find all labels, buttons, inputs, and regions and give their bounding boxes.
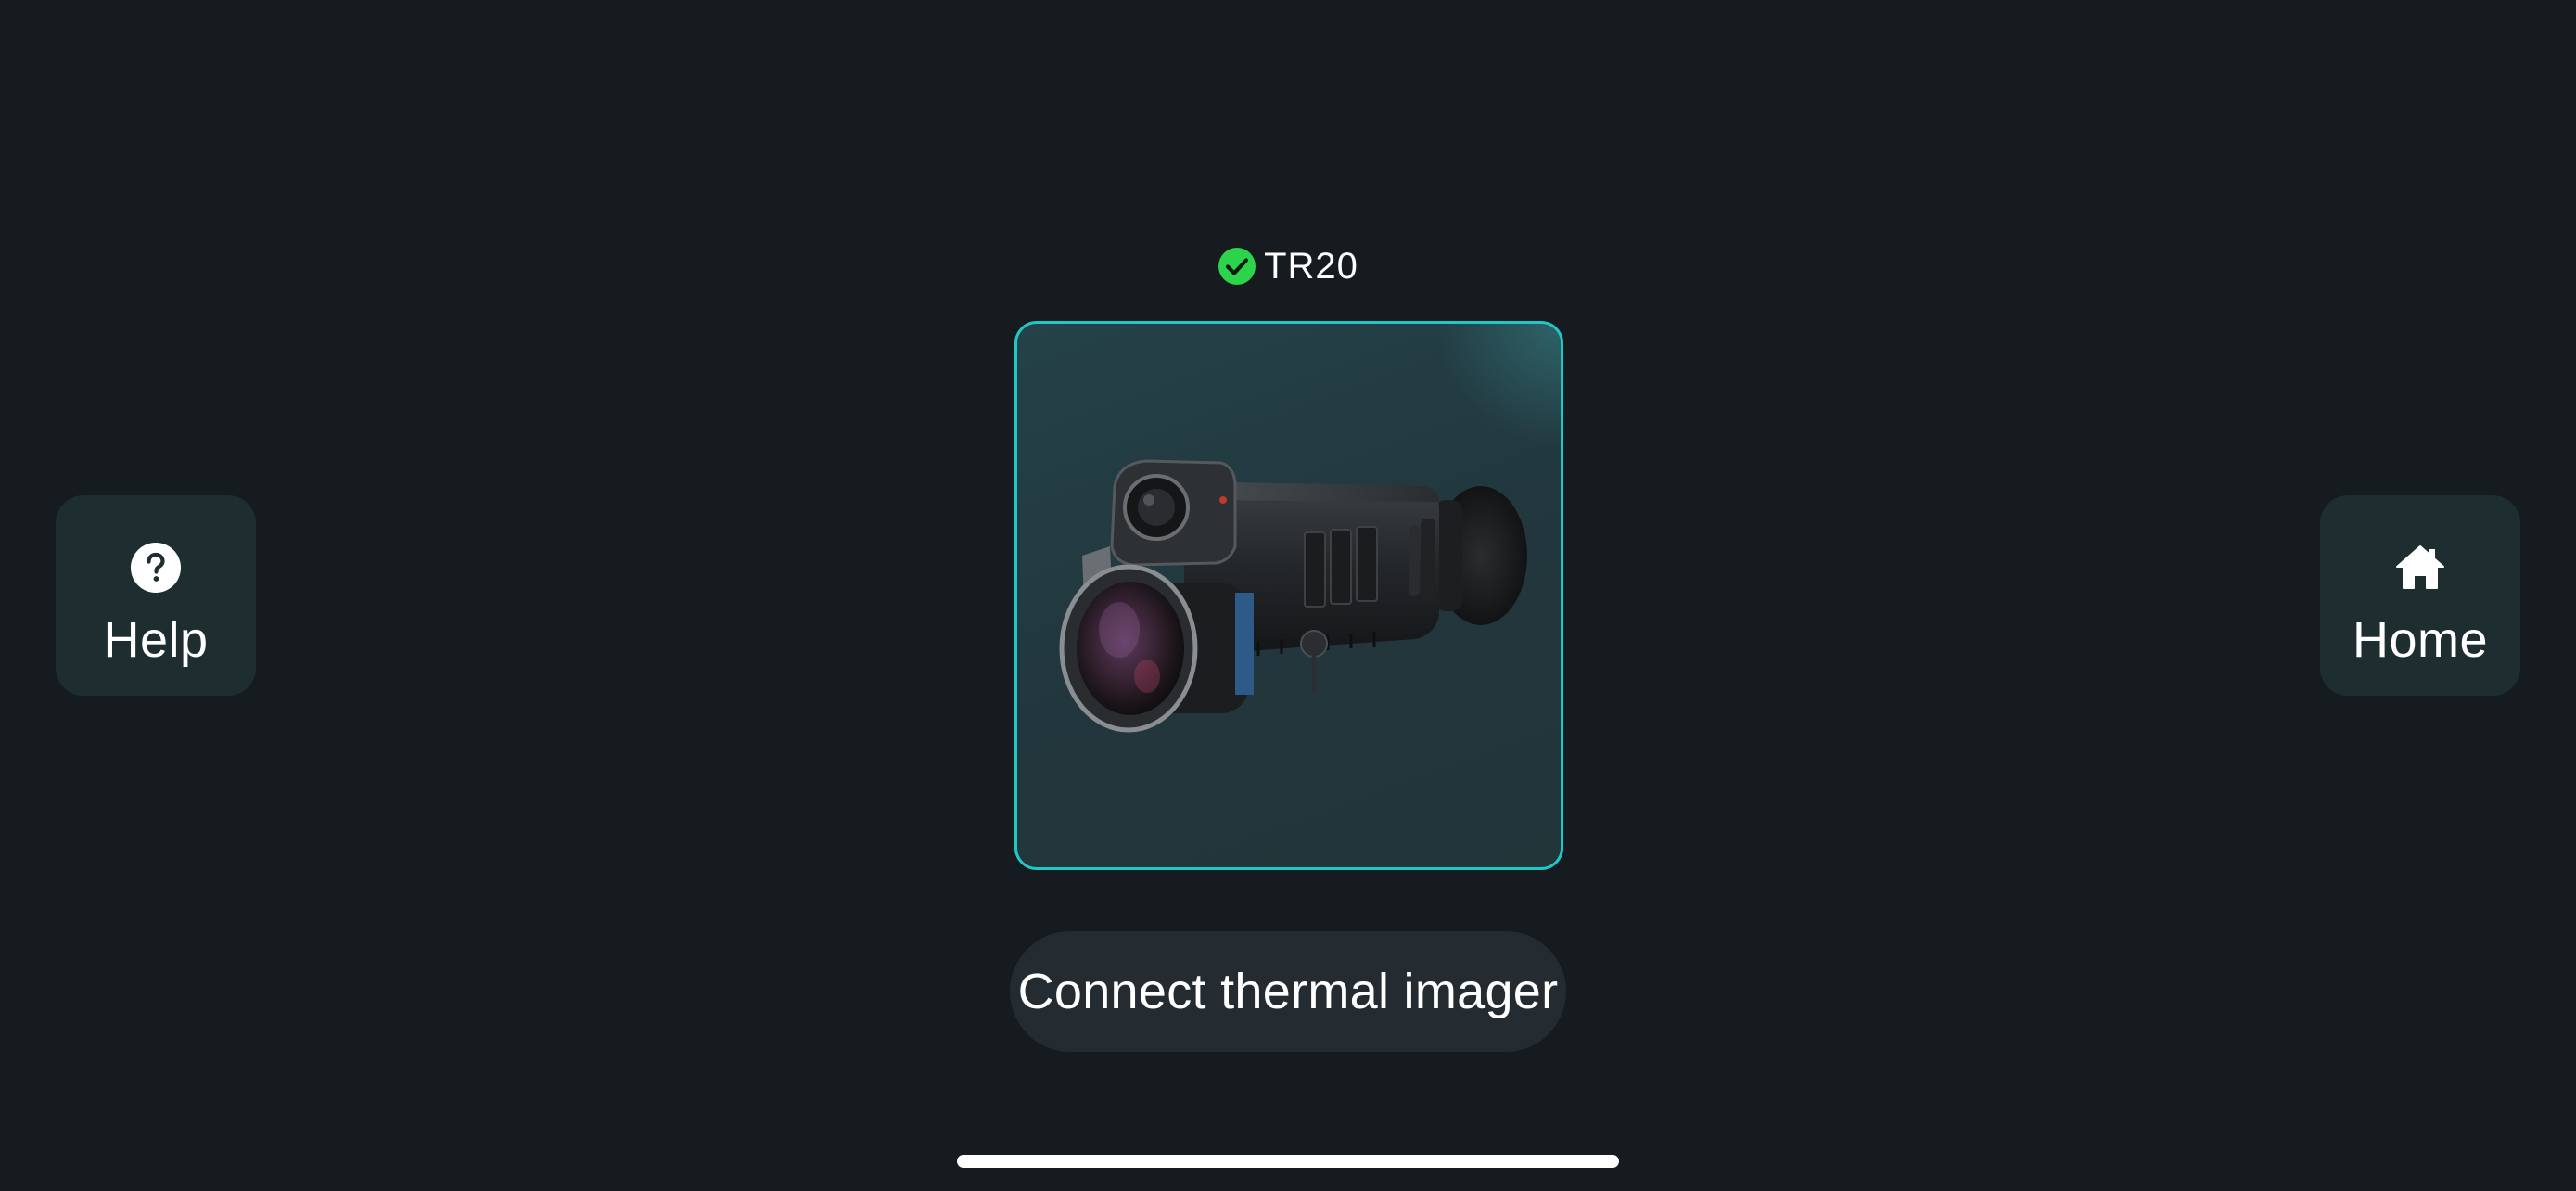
connect-thermal-imager-button[interactable]: Connect thermal imager [1010, 931, 1566, 1052]
help-label: Help [103, 612, 209, 668]
home-icon [2394, 542, 2446, 594]
thermal-monocular-icon [1059, 459, 1527, 733]
home-label: Home [2352, 612, 2489, 668]
check-circle-icon [1218, 248, 1256, 285]
home-button[interactable]: Home [2320, 495, 2520, 696]
device-name: TR20 [1264, 246, 1358, 287]
device-title: TR20 [0, 243, 2576, 289]
question-icon [130, 542, 182, 594]
device-card[interactable] [1014, 321, 1563, 870]
card-corner-glow [1435, 324, 1561, 450]
device-select-screen: Help Home TR20 Connect thermal imager [0, 0, 2576, 1191]
help-button[interactable]: Help [56, 495, 256, 696]
connect-label: Connect thermal imager [1017, 964, 1559, 1019]
home-indicator[interactable] [957, 1155, 1619, 1168]
